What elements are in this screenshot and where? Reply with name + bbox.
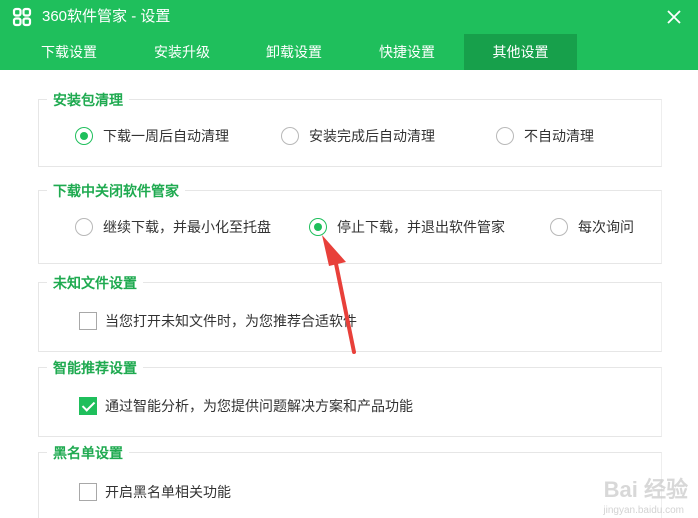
checkbox-box[interactable]	[79, 483, 97, 501]
radio-circle[interactable]	[281, 127, 299, 145]
watermark-url: jingyan.baidu.com	[603, 505, 684, 516]
checkbox-box[interactable]	[79, 397, 97, 415]
close-icon[interactable]	[662, 5, 686, 29]
checkbox-box[interactable]	[79, 312, 97, 330]
group-title-smart-recommend: 智能推荐设置	[47, 358, 143, 378]
group-title-package-cleanup: 安装包清理	[47, 90, 129, 110]
group-smart-recommend: 智能推荐设置 通过智能分析，为您提供问题解决方案和产品功能	[38, 358, 662, 437]
group-package-cleanup: 安装包清理 下载一周后自动清理 安装完成后自动清理 不自动清理	[38, 90, 662, 167]
radio-label: 不自动清理	[524, 128, 594, 144]
group-close-during-download: 下载中关闭软件管家 继续下载，并最小化至托盘 停止下载，并退出软件管家 每次询问	[38, 181, 662, 264]
radio-circle[interactable]	[496, 127, 514, 145]
watermark-logo: Bai 经验	[603, 477, 688, 502]
radio-circle[interactable]	[309, 218, 327, 236]
window-title: 360软件管家 - 设置	[42, 8, 171, 25]
radio-continue-minimize[interactable]: 继续下载，并最小化至托盘	[75, 216, 271, 238]
app-logo-icon	[12, 7, 32, 27]
radio-label: 继续下载，并最小化至托盘	[103, 219, 271, 235]
radio-circle[interactable]	[75, 127, 93, 145]
radio-no-auto-clean[interactable]: 不自动清理	[496, 125, 594, 147]
radio-stop-and-exit[interactable]: 停止下载，并退出软件管家	[309, 216, 505, 238]
group-title-unknown-files: 未知文件设置	[47, 273, 143, 293]
tab-install-upgrade[interactable]: 安装升级	[137, 34, 227, 70]
checkbox-enable-blacklist[interactable]: 开启黑名单相关功能	[79, 481, 231, 503]
tab-shortcut-settings[interactable]: 快捷设置	[362, 34, 452, 70]
radio-label: 下载一周后自动清理	[103, 128, 229, 144]
tab-uninstall-settings[interactable]: 卸载设置	[249, 34, 339, 70]
radio-label: 安装完成后自动清理	[309, 128, 435, 144]
checkbox-smart-analysis[interactable]: 通过智能分析，为您提供问题解决方案和产品功能	[79, 395, 413, 417]
checkbox-label: 开启黑名单相关功能	[105, 484, 231, 500]
group-unknown-files: 未知文件设置 当您打开未知文件时，为您推荐合适软件	[38, 273, 662, 352]
group-blacklist: 黑名单设置 开启黑名单相关功能	[38, 443, 662, 518]
radio-clean-after-week[interactable]: 下载一周后自动清理	[75, 125, 229, 147]
checkbox-label: 通过智能分析，为您提供问题解决方案和产品功能	[105, 398, 413, 414]
checkbox-label: 当您打开未知文件时，为您推荐合适软件	[105, 313, 357, 329]
radio-circle[interactable]	[550, 218, 568, 236]
radio-label: 每次询问	[578, 219, 634, 235]
radio-circle[interactable]	[75, 218, 93, 236]
group-title-blacklist: 黑名单设置	[47, 443, 129, 463]
checkbox-recommend-for-unknown-files[interactable]: 当您打开未知文件时，为您推荐合适软件	[79, 310, 357, 332]
tab-bar: 下载设置 安装升级 卸载设置 快捷设置 其他设置	[0, 34, 698, 70]
tab-other-settings[interactable]: 其他设置	[464, 34, 577, 70]
radio-label: 停止下载，并退出软件管家	[337, 219, 505, 235]
settings-content: 安装包清理 下载一周后自动清理 安装完成后自动清理 不自动清理 下载中关闭软件管…	[0, 70, 698, 518]
radio-ask-every-time[interactable]: 每次询问	[550, 216, 634, 238]
title-bar: 360软件管家 - 设置	[0, 0, 698, 34]
tab-download-settings[interactable]: 下载设置	[24, 34, 114, 70]
group-title-close-during-download: 下载中关闭软件管家	[47, 181, 185, 201]
radio-clean-after-install[interactable]: 安装完成后自动清理	[281, 125, 435, 147]
